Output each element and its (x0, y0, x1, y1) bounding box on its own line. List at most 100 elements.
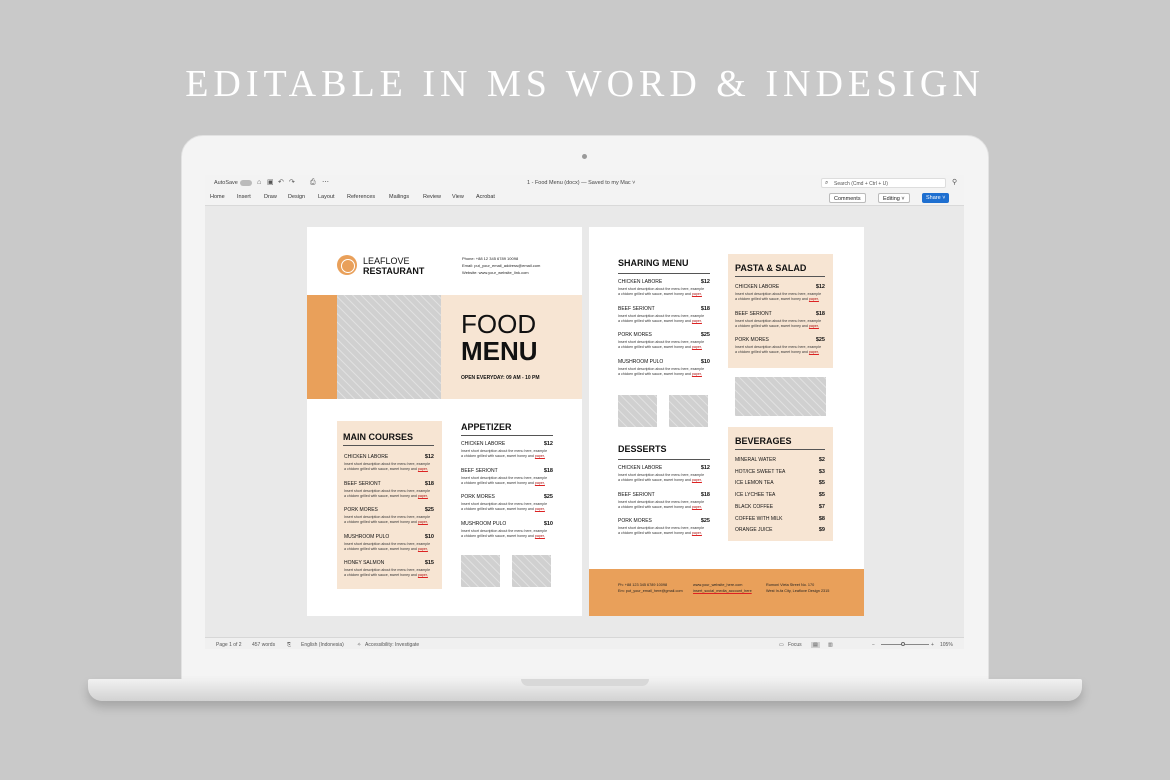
share-button[interactable]: Share ˅ (922, 193, 950, 203)
tab-home[interactable]: Home (210, 194, 225, 200)
menu-item-description: Insert short description about the menu … (618, 367, 710, 377)
menu-item-description: Insert short description about the menu … (461, 449, 553, 459)
description-text: a chicken grilled with sauce, sweet hone… (735, 297, 808, 301)
logo-icon (337, 255, 357, 275)
menu-item-name: MUSHROOM PULO (461, 520, 507, 527)
tab-insert[interactable]: Insert (237, 194, 251, 200)
description-line-2: a chicken grilled with sauce, sweet hone… (344, 573, 434, 578)
menu-item-name: PORK MORES (461, 494, 495, 500)
redo-icon[interactable]: ↷ (289, 179, 296, 186)
status-bar: Page 1 of 2 457 words ⎘ English (Indones… (205, 637, 964, 649)
image-placeholder[interactable] (669, 395, 708, 427)
save-icon[interactable]: ▣ (267, 179, 274, 186)
menu-item-name: CHICKEN LABORE (461, 441, 506, 447)
tab-acrobat[interactable]: Acrobat (476, 194, 495, 200)
menu-item-price: $12 (543, 441, 553, 447)
tab-design[interactable]: Design (288, 194, 305, 200)
search-input[interactable]: ⌕ Search (Cmd + Ctrl + U) (821, 178, 946, 188)
focus-button[interactable]: Focus (788, 642, 802, 648)
brand-name: LEAFLOVE RESTAURANT (363, 256, 424, 276)
screen: AutoSave ⌂ ▣ ↶ ↷ ⎙ ⋯ 1 - Food Menu (docx… (205, 175, 964, 649)
menu-item-price: $25 (543, 494, 553, 500)
zoom-slider[interactable] (881, 644, 929, 645)
contact-phone: Phone: +88 12 345 6789 10098 (462, 256, 519, 261)
zoom-out-icon[interactable]: − (872, 642, 875, 648)
page-2[interactable]: SHARING MENU CHICKEN LABORE $12 Insert sho… (589, 227, 864, 616)
headline: EDITABLE IN MS WORD & INDESIGN (185, 63, 985, 105)
tab-mailings[interactable]: Mailings (389, 194, 409, 200)
footer-website: www.your_website_here.com (693, 583, 743, 587)
accessibility-status[interactable]: Accessibility: Investigate (365, 642, 419, 648)
image-placeholder[interactable] (461, 555, 500, 587)
zoom-level[interactable]: 105% (940, 642, 953, 648)
description-text: a chicken grilled with sauce, sweet hone… (461, 454, 534, 458)
home-icon[interactable]: ⌂ (257, 179, 264, 186)
tab-references[interactable]: References (347, 194, 375, 200)
accessibility-icon[interactable]: ✧ (357, 642, 361, 648)
menu-item-name: CHICKEN LABORE (735, 284, 780, 290)
description-text: a chicken grilled with sauce, sweet hone… (735, 323, 808, 328)
word-count[interactable]: 457 words (252, 642, 275, 648)
menu-item-description: Insert short description about the menu … (618, 287, 710, 297)
menu-item-price: $18 (543, 467, 553, 474)
menu-item-description: Insert short description about the menu … (735, 319, 825, 329)
print-icon[interactable]: ⎙ (310, 179, 317, 186)
spelling-flag: paper, (691, 504, 702, 509)
menu-item-price: $18 (815, 310, 825, 317)
footer-social: insert_social_media_account_here (693, 589, 752, 593)
menu-item-price: $5 (818, 492, 825, 499)
hero-image-placeholder[interactable] (337, 295, 441, 399)
undo-icon[interactable]: ↶ (278, 179, 285, 186)
hero-accent-bar (307, 295, 337, 399)
beverages-section: BEVERAGES MINERAL WATER $2 HOT/ICE SWEET T… (728, 427, 833, 541)
menu-item-name: ORANGE JUICE (735, 527, 773, 534)
autosave-toggle[interactable] (240, 180, 252, 186)
web-layout-icon[interactable]: ▥ (828, 642, 833, 648)
tab-review[interactable]: Review (423, 194, 441, 200)
menu-item-name: ICE LYCHEE TEA (735, 492, 776, 499)
pasta-salad-section: PASTA & SALAD CHICKEN LABORE $12 Insert sh… (728, 254, 833, 368)
description-text: a chicken grilled with sauce, sweet hone… (618, 531, 691, 535)
language[interactable]: English (Indonesia) (301, 642, 344, 648)
menu-item-name: MUSHROOM PULO (344, 533, 390, 540)
zoom-in-icon[interactable]: + (931, 642, 934, 648)
doc-title[interactable]: 1 - Food Menu (docx) — Saved to my Mac ˅ (527, 180, 635, 186)
menu-item-name: BEEF SERIONT (735, 310, 772, 317)
comments-button[interactable]: Comments (829, 193, 866, 203)
menu-item-name: HOT/ICE SWEET TEA (735, 468, 786, 475)
image-placeholder[interactable] (512, 555, 551, 587)
menu-item-price: $18 (424, 480, 434, 487)
menu-item-description: Insert short description about the menu … (344, 489, 434, 499)
menu-item-price: $15 (424, 560, 434, 566)
menu-item-price: $25 (700, 518, 710, 524)
menu-item-description: Insert short description about the menu … (461, 529, 553, 539)
menu-item-price: $18 (700, 491, 710, 498)
proofing-icon[interactable]: ⎘ (287, 642, 291, 648)
profile-icon[interactable]: ⚲ (952, 179, 959, 186)
image-placeholder[interactable] (735, 377, 826, 416)
zoom-slider-handle[interactable] (901, 642, 905, 646)
description-line-2: a chicken grilled with sauce, sweet hone… (344, 467, 434, 472)
tab-view[interactable]: View (452, 194, 464, 200)
editing-button[interactable]: Editing ˅ (878, 193, 910, 203)
more-icon[interactable]: ⋯ (322, 179, 329, 186)
search-placeholder: Search (Cmd + Ctrl + U) (834, 180, 888, 187)
menu-item-name: BLACK COFFEE (735, 503, 774, 510)
print-layout-icon[interactable]: ▤ (811, 641, 820, 648)
menu-item-description: Insert short description about the menu … (344, 542, 434, 552)
description-text: a chicken grilled with sauce, sweet hone… (618, 345, 691, 349)
menu-item-name: PORK MORES (344, 507, 378, 513)
menu-item-description: Insert short description about the menu … (618, 473, 710, 483)
tab-layout[interactable]: Layout (318, 194, 335, 200)
focus-icon[interactable]: ▭ (779, 642, 784, 648)
tab-draw[interactable]: Draw (264, 194, 277, 200)
spelling-flag: paper, (691, 531, 702, 535)
description-line-2: a chicken grilled with sauce, sweet hone… (618, 372, 710, 377)
description-line-2: a chicken grilled with sauce, sweet hone… (618, 505, 710, 510)
menu-item-name: BEEF SERIONT (461, 467, 498, 474)
image-placeholder[interactable] (618, 395, 657, 427)
page-1[interactable]: LEAFLOVE RESTAURANT Phone: +88 12 345 67… (307, 227, 582, 616)
menu-item-name: BEEF SERIONT (344, 480, 381, 487)
spelling-flag: paper, (417, 520, 428, 524)
page-count[interactable]: Page 1 of 2 (216, 642, 242, 648)
